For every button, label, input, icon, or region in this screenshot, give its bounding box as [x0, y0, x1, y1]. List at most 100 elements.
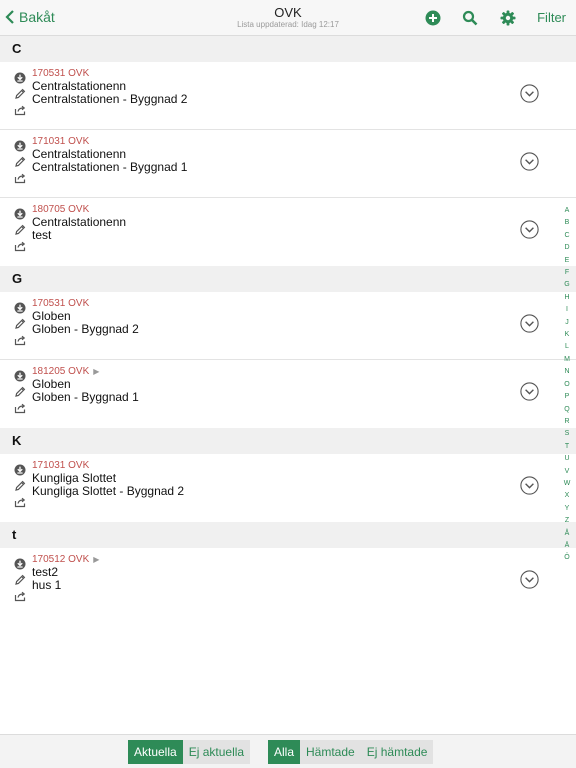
section-header-C: C [0, 36, 576, 62]
play-icon: ▶ [93, 555, 100, 564]
ovk-list: C 170531 OVK Centralstationenn Centralstati… [0, 36, 576, 616]
search-icon[interactable] [462, 10, 478, 26]
segment-aktuella[interactable]: Aktuella [128, 740, 183, 764]
download-circle-icon[interactable] [14, 464, 26, 476]
gear-icon[interactable] [500, 10, 516, 26]
alphabet-index-letter[interactable]: K [562, 329, 572, 341]
segment-alla[interactable]: Alla [268, 740, 301, 764]
chevron-down-circle-icon[interactable] [520, 314, 539, 333]
item-text: 170531 OVK Centralstationenn Centralstatio… [32, 68, 187, 106]
list-item[interactable]: 180705 OVK Centralstationenn test [0, 198, 576, 266]
back-button[interactable]: Bakåt [4, 9, 55, 25]
row-actions [14, 208, 28, 256]
download-circle-icon[interactable] [14, 370, 26, 382]
alphabet-index-letter[interactable]: X [562, 490, 572, 502]
chevron-down-circle-icon[interactable] [520, 476, 539, 495]
download-segmented-control: Alla Hämtade Ej hämtade [268, 740, 434, 764]
item-building-name: Globen - Byggnad 1 [32, 390, 139, 404]
share-icon[interactable] [14, 402, 26, 414]
pencil-icon[interactable] [14, 224, 26, 236]
status-segmented-control: Aktuella Ej aktuella [128, 740, 251, 764]
alphabet-index-letter[interactable]: G [562, 279, 572, 291]
download-circle-icon[interactable] [14, 140, 26, 152]
alphabet-index-letter[interactable]: F [562, 267, 572, 279]
chevron-down-circle-icon[interactable] [520, 152, 539, 171]
item-text: 170512 OVK ▶ test2 hus 1 [32, 554, 99, 592]
list-item[interactable]: 170531 OVK Centralstationenn Centralstatio… [0, 62, 576, 130]
pencil-icon[interactable] [14, 318, 26, 330]
alphabet-index-letter[interactable]: L [562, 341, 572, 353]
chevron-down-circle-icon[interactable] [520, 382, 539, 401]
alphabet-index-letter[interactable]: B [562, 217, 572, 229]
row-actions [14, 302, 28, 350]
share-icon[interactable] [14, 240, 26, 252]
download-circle-icon[interactable] [14, 72, 26, 84]
chevron-down-circle-icon[interactable] [520, 570, 539, 589]
alphabet-index-letter[interactable]: Q [562, 404, 572, 416]
share-icon[interactable] [14, 496, 26, 508]
list-item[interactable]: 171031 OVK Centralstationenn Centralstatio… [0, 130, 576, 198]
share-icon[interactable] [14, 104, 26, 116]
item-building-name: hus 1 [32, 578, 62, 592]
segment-hämtade[interactable]: Hämtade [300, 740, 361, 764]
list-item[interactable]: 170512 OVK ▶ test2 hus 1 [0, 548, 576, 616]
page-title: OVK [274, 5, 302, 20]
alphabet-index-letter[interactable]: O [562, 379, 572, 391]
play-icon: ▶ [93, 367, 100, 376]
download-circle-icon[interactable] [14, 208, 26, 220]
alphabet-index-letter[interactable]: C [562, 230, 572, 242]
back-label: Bakåt [19, 9, 55, 25]
item-text: 170531 OVK Globen Globen - Byggnad 2 [32, 298, 139, 336]
alphabet-index-letter[interactable]: T [562, 441, 572, 453]
item-building-name: Centralstationen - Byggnad 2 [32, 92, 188, 106]
alphabet-index-letter[interactable]: V [562, 466, 572, 478]
alphabet-index-letter[interactable]: M [562, 354, 572, 366]
top-navigation-bar: Bakåt OVK Lista uppdaterad: Idag 12:17 F… [0, 0, 576, 36]
pencil-icon[interactable] [14, 88, 26, 100]
alphabet-index-letter[interactable]: R [562, 416, 572, 428]
alphabet-index-letter[interactable]: S [562, 428, 572, 440]
download-circle-icon[interactable] [14, 558, 26, 570]
add-circle-icon[interactable] [425, 10, 441, 26]
share-icon[interactable] [14, 590, 26, 602]
filter-button[interactable]: Filter [537, 10, 566, 25]
pencil-icon[interactable] [14, 386, 26, 398]
section-header-K: K [0, 428, 576, 454]
alphabet-index-letter[interactable]: D [562, 242, 572, 254]
section-header-G: G [0, 266, 576, 292]
alphabet-index-letter[interactable]: J [562, 317, 572, 329]
share-icon[interactable] [14, 172, 26, 184]
item-building-name: Kungliga Slottet - Byggnad 2 [32, 484, 185, 498]
alphabet-index-letter[interactable]: P [562, 391, 572, 403]
item-building-name: test [32, 228, 52, 242]
alphabet-index-letter[interactable]: I [562, 304, 572, 316]
last-updated-text: Lista uppdaterad: Idag 12:17 [237, 20, 339, 29]
alphabet-index-letter[interactable]: Z [562, 515, 572, 527]
chevron-down-circle-icon[interactable] [520, 220, 539, 239]
pencil-icon[interactable] [14, 574, 26, 586]
download-circle-icon[interactable] [14, 302, 26, 314]
alphabet-index-letter[interactable]: Ö [562, 552, 572, 564]
alphabet-index-letter[interactable]: W [562, 478, 572, 490]
list-item[interactable]: 171031 OVK Kungliga Slottet Kungliga Slott… [0, 454, 576, 522]
alphabet-index-letter[interactable]: H [562, 292, 572, 304]
segment-ej-hämtade[interactable]: Ej hämtade [360, 740, 434, 764]
segment-ej-aktuella[interactable]: Ej aktuella [182, 740, 251, 764]
chevron-left-icon [5, 10, 14, 24]
alphabet-index-letter[interactable]: N [562, 366, 572, 378]
chevron-down-circle-icon[interactable] [520, 84, 539, 103]
list-item[interactable]: 170531 OVK Globen Globen - Byggnad 2 [0, 292, 576, 360]
alphabet-index-letter[interactable]: Å [562, 528, 572, 540]
pencil-icon[interactable] [14, 480, 26, 492]
alphabet-index-letter[interactable]: Y [562, 503, 572, 515]
pencil-icon[interactable] [14, 156, 26, 168]
row-actions [14, 558, 28, 606]
list-item[interactable]: 181205 OVK ▶ Globen Globen - Byggnad 1 [0, 360, 576, 428]
alphabet-index-letter[interactable]: A [562, 205, 572, 217]
alphabet-index-letter[interactable]: E [562, 255, 572, 267]
item-text: 180705 OVK Centralstationenn test [32, 204, 126, 242]
alphabet-index-letter[interactable]: Ä [562, 540, 572, 552]
share-icon[interactable] [14, 334, 26, 346]
alphabet-index-letter[interactable]: U [562, 453, 572, 465]
alphabet-index[interactable]: ABCDEFGHIJKLMNOPQRSTUVWXYZÅÄÖ [562, 205, 572, 565]
